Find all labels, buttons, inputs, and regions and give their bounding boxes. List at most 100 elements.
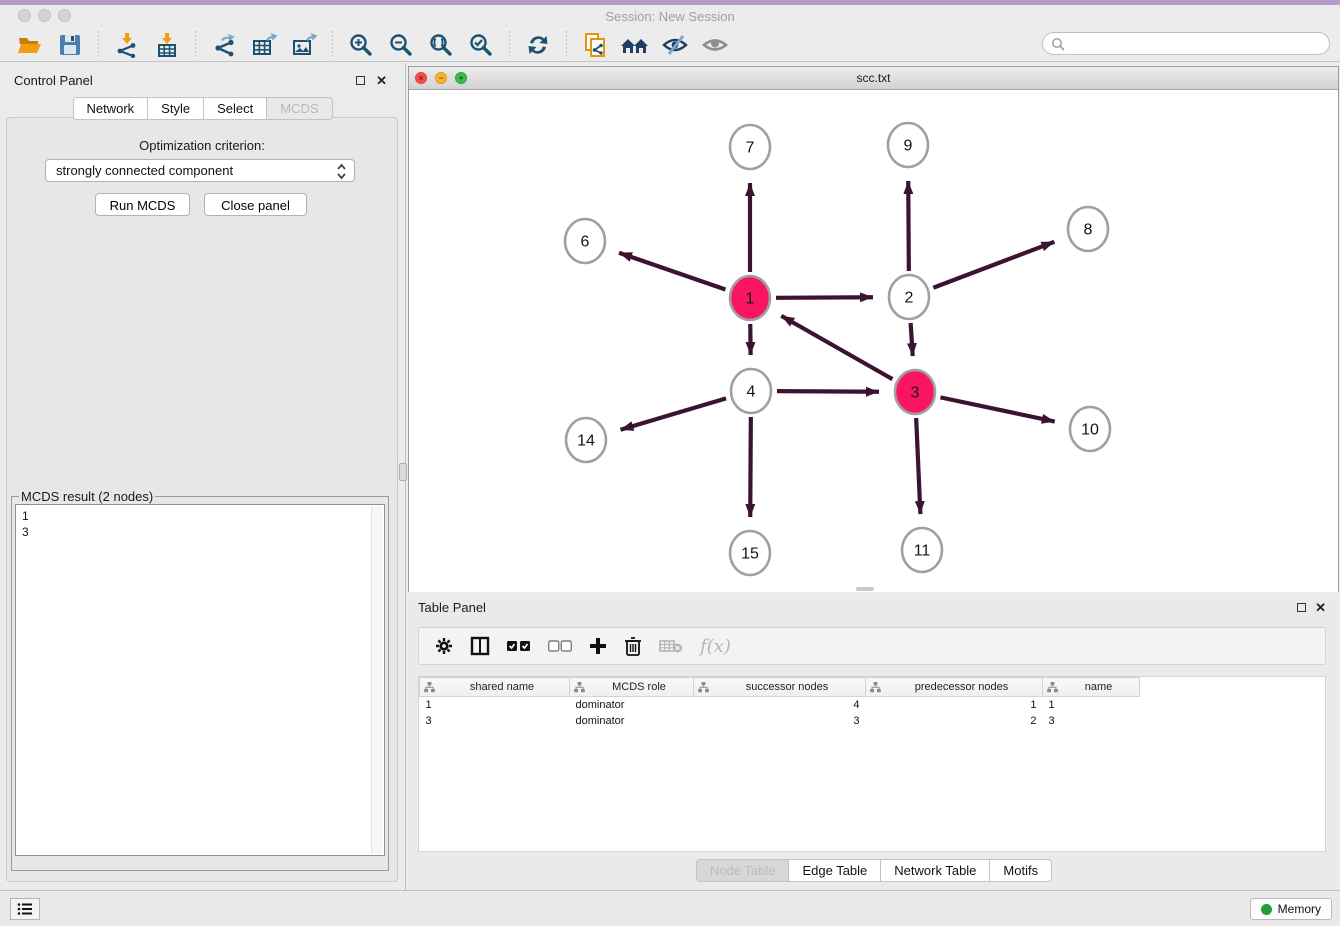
- zoom-out-button[interactable]: [381, 30, 421, 60]
- node-table: shared nameMCDS rolesuccessor nodesprede…: [419, 677, 1140, 729]
- edge-2-3[interactable]: [911, 323, 913, 356]
- tab-style[interactable]: Style: [148, 97, 204, 120]
- tab-network[interactable]: Network: [72, 97, 148, 120]
- create-column-button[interactable]: [589, 637, 607, 655]
- tab-network-table[interactable]: Network Table: [881, 859, 990, 882]
- columns-icon: [470, 636, 490, 656]
- table-header-row: shared nameMCDS rolesuccessor nodesprede…: [420, 678, 1140, 697]
- export-image-button[interactable]: [284, 30, 324, 60]
- delete-table-button[interactable]: [659, 638, 683, 654]
- import-table-button[interactable]: [147, 30, 187, 60]
- main-toolbar: [0, 28, 1340, 62]
- float-panel-icon[interactable]: [356, 76, 365, 85]
- network-canvas[interactable]: 1234678910111415: [409, 90, 1338, 592]
- tab-select[interactable]: Select: [204, 97, 267, 120]
- search-input[interactable]: [1065, 36, 1309, 52]
- eye-slash-icon: [661, 32, 689, 58]
- node-label-7: 7: [746, 140, 755, 157]
- delete-column-button[interactable]: [624, 636, 642, 656]
- cell-1-2[interactable]: 3: [694, 713, 866, 729]
- cell-0-4[interactable]: 1: [1043, 697, 1140, 714]
- edge-4-3[interactable]: [777, 391, 879, 392]
- table-row[interactable]: 1dominator411: [420, 697, 1140, 714]
- column-header-name[interactable]: name: [1043, 678, 1140, 697]
- mcds-result-box[interactable]: 1 3: [15, 504, 385, 856]
- optimization-criterion-label: Optimization criterion:: [7, 138, 397, 153]
- open-session-button[interactable]: [10, 30, 50, 60]
- save-session-button[interactable]: [50, 30, 90, 60]
- tab-mcds[interactable]: MCDS: [267, 97, 332, 120]
- cell-0-1[interactable]: dominator: [570, 697, 694, 714]
- node-table-scroll-area[interactable]: shared nameMCDS rolesuccessor nodesprede…: [418, 676, 1326, 852]
- table-settings-button[interactable]: [435, 637, 453, 655]
- mcds-result-title: MCDS result (2 nodes): [19, 489, 155, 504]
- first-neighbors-button[interactable]: [615, 30, 655, 60]
- tab-edge-table[interactable]: Edge Table: [789, 859, 881, 882]
- criterion-value: strongly connected component: [56, 163, 233, 178]
- export-network-icon: [211, 32, 237, 58]
- network-window-titlebar[interactable]: × − + scc.txt: [409, 67, 1338, 90]
- copy-network-icon: [582, 32, 608, 58]
- edge-1-6[interactable]: [619, 253, 725, 290]
- table-row[interactable]: 3dominator323: [420, 713, 1140, 729]
- cell-1-4[interactable]: 3: [1043, 713, 1140, 729]
- cell-0-0[interactable]: 1: [420, 697, 570, 714]
- tab-node-table[interactable]: Node Table: [696, 859, 790, 882]
- apply-layout-button[interactable]: [518, 30, 558, 60]
- edge-2-8[interactable]: [933, 242, 1054, 288]
- cell-1-0[interactable]: 3: [420, 713, 570, 729]
- edge-1-2[interactable]: [776, 297, 873, 298]
- node-label-15: 15: [741, 546, 759, 563]
- search-field[interactable]: [1042, 32, 1330, 55]
- hide-selected-button[interactable]: [655, 30, 695, 60]
- panel-splitter-grip[interactable]: [399, 463, 407, 481]
- cell-1-3[interactable]: 2: [866, 713, 1043, 729]
- column-header-predecessor-nodes[interactable]: predecessor nodes: [866, 678, 1043, 697]
- cell-0-2[interactable]: 4: [694, 697, 866, 714]
- float-table-panel-icon[interactable]: [1297, 603, 1306, 612]
- result-scrollbar[interactable]: [371, 506, 383, 854]
- zoom-fit-button[interactable]: [421, 30, 461, 60]
- task-history-button[interactable]: [10, 898, 40, 920]
- table-panel-title: Table Panel: [418, 600, 486, 615]
- run-mcds-button[interactable]: Run MCDS: [95, 193, 190, 216]
- memory-button[interactable]: Memory: [1250, 898, 1332, 920]
- show-column-button[interactable]: [470, 636, 490, 656]
- zoom-selected-button[interactable]: [461, 30, 501, 60]
- control-panel: Control Panel ✕ Network Style Select MCD…: [0, 63, 406, 890]
- edge-4-15[interactable]: [750, 417, 751, 517]
- column-header-shared-name[interactable]: shared name: [420, 678, 570, 697]
- unselect-all-columns-button[interactable]: [548, 640, 572, 652]
- cell-1-1[interactable]: dominator: [570, 713, 694, 729]
- toolbar-separator: [98, 31, 99, 59]
- node-label-1: 1: [746, 291, 755, 308]
- column-type-icon: [574, 682, 585, 693]
- zoom-in-button[interactable]: [341, 30, 381, 60]
- edge-2-9[interactable]: [908, 181, 909, 271]
- column-header-MCDS-role[interactable]: MCDS role: [570, 678, 694, 697]
- export-table-button[interactable]: [244, 30, 284, 60]
- close-panel-button[interactable]: Close panel: [204, 193, 307, 216]
- close-table-panel-icon[interactable]: ✕: [1315, 603, 1326, 613]
- column-header-successor-nodes[interactable]: successor nodes: [694, 678, 866, 697]
- export-network-button[interactable]: [204, 30, 244, 60]
- edge-3-10[interactable]: [940, 397, 1054, 421]
- node-label-8: 8: [1084, 222, 1093, 239]
- toolbar-separator: [509, 31, 510, 59]
- network-splitter-grip[interactable]: [856, 587, 874, 591]
- edge-4-14[interactable]: [621, 398, 727, 429]
- criterion-select[interactable]: strongly connected component: [45, 159, 355, 182]
- tab-motifs[interactable]: Motifs: [990, 859, 1052, 882]
- edge-3-11[interactable]: [916, 418, 920, 514]
- import-network-button[interactable]: [107, 30, 147, 60]
- show-all-button[interactable]: [695, 30, 735, 60]
- cell-0-3[interactable]: 1: [866, 697, 1043, 714]
- edge-3-1[interactable]: [781, 316, 892, 379]
- zoom-selected-icon: [468, 32, 494, 58]
- select-all-columns-button[interactable]: [507, 640, 531, 652]
- column-type-icon: [870, 682, 881, 693]
- function-builder-button[interactable]: f(x): [700, 636, 731, 657]
- close-panel-icon[interactable]: ✕: [376, 76, 387, 86]
- new-network-from-selection-button[interactable]: [575, 30, 615, 60]
- select-stepper-icon: [336, 163, 347, 180]
